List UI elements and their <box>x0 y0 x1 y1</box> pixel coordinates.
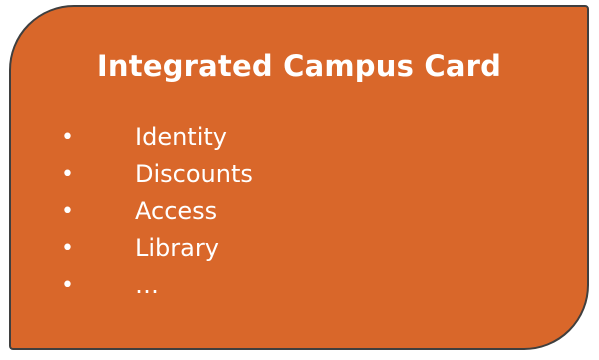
list-item-label: Discounts <box>135 160 253 188</box>
bullet-icon: • <box>61 162 74 187</box>
list-item-label: Access <box>135 197 218 225</box>
list-item-label: Library <box>135 234 219 262</box>
bullet-icon: • <box>61 125 74 150</box>
bullet-icon: • <box>61 273 74 298</box>
list-item-label: … <box>135 271 159 299</box>
card-title: Integrated Campus Card <box>96 49 502 83</box>
campus-card-box: Integrated Campus Card • Identity • Disc… <box>9 5 589 350</box>
bullet-icon: • <box>61 236 74 261</box>
list-item-label: Identity <box>135 123 227 151</box>
bullet-icon: • <box>61 199 74 224</box>
